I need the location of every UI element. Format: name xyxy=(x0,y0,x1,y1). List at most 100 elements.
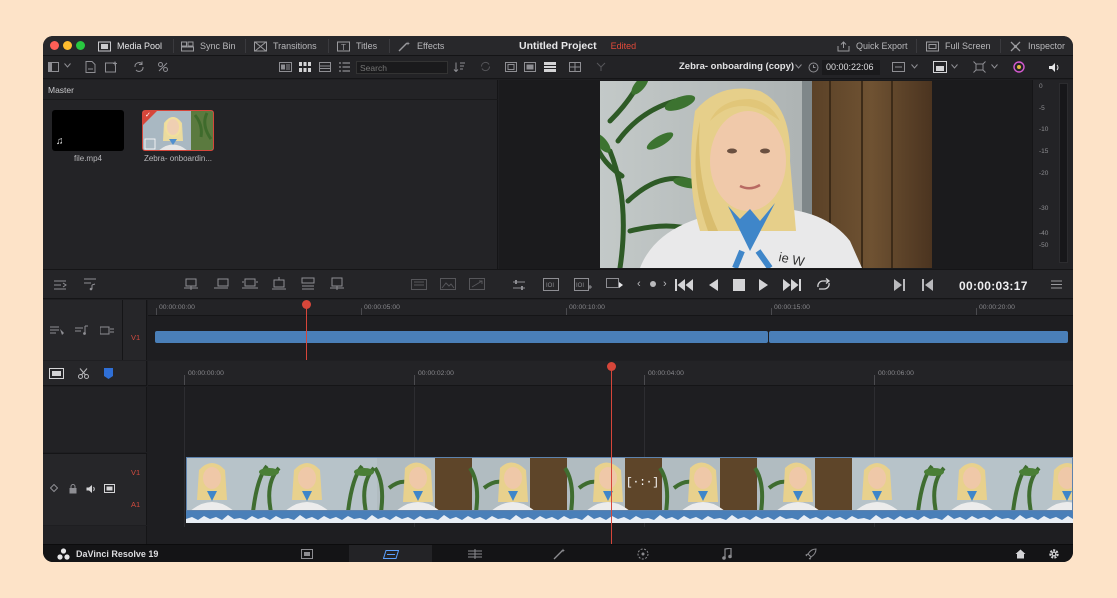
ripple-overwrite-icon[interactable] xyxy=(241,278,259,291)
transitions-tab[interactable]: Transitions xyxy=(254,36,317,56)
minimize-window-button[interactable] xyxy=(63,41,72,50)
track-display-icon[interactable] xyxy=(100,325,114,336)
chevron-down-icon[interactable] xyxy=(795,64,802,69)
source-overwrite-icon[interactable] xyxy=(329,277,345,291)
gear-icon[interactable] xyxy=(1048,548,1060,560)
chevron-down-icon[interactable] xyxy=(951,64,958,69)
next-edit-icon[interactable] xyxy=(894,279,905,291)
transform-mode-icon[interactable] xyxy=(469,278,485,290)
titles-tab[interactable]: T Titles xyxy=(337,36,377,56)
play-icon[interactable] xyxy=(759,279,769,291)
close-up-icon[interactable] xyxy=(271,277,287,291)
upper-ruler[interactable]: 00:00:00:00 00:00:05:00 00:00:10:00 00:0… xyxy=(148,300,1073,316)
loop-icon[interactable] xyxy=(815,278,832,292)
auto-select-icon[interactable] xyxy=(50,484,58,494)
video-preview[interactable]: ie W xyxy=(600,81,932,268)
speaker-icon[interactable] xyxy=(1048,62,1061,73)
sort-icon[interactable] xyxy=(453,62,465,72)
overview-clip-2[interactable] xyxy=(769,331,1068,343)
audio-mixer-icon[interactable] xyxy=(512,279,526,291)
page-fusion-button[interactable] xyxy=(517,545,600,562)
track-label-v1[interactable]: V1 xyxy=(131,468,140,477)
clip-name-zebra[interactable]: Zebra- onboardin... xyxy=(142,154,214,163)
append-icon[interactable] xyxy=(213,278,229,291)
track-label-a1[interactable]: A1 xyxy=(131,500,140,509)
go-to-end-icon[interactable] xyxy=(783,279,801,291)
image-icon[interactable] xyxy=(440,278,456,290)
current-timecode[interactable]: 00:00:03:17 xyxy=(959,279,1028,293)
transform-icon[interactable] xyxy=(973,61,986,73)
jog-dot-icon[interactable] xyxy=(649,280,657,288)
viewer-mode-icon[interactable] xyxy=(933,61,947,73)
track-audio-options-icon[interactable] xyxy=(75,325,89,336)
viewer-layout-zoom-icon[interactable] xyxy=(524,62,536,72)
thumbnail-view-icon[interactable] xyxy=(299,62,311,72)
home-icon[interactable] xyxy=(1015,549,1026,559)
zoom-window-button[interactable] xyxy=(76,41,85,50)
page-edit-button[interactable] xyxy=(433,545,516,562)
go-to-start-icon[interactable] xyxy=(675,279,693,291)
marker-flag-icon[interactable] xyxy=(104,368,113,379)
import-media-icon[interactable] xyxy=(85,61,96,73)
bin-name[interactable]: Master xyxy=(43,80,498,100)
clip-thumbnail-zebra[interactable]: ✓ xyxy=(142,110,214,151)
sync-bin-tab[interactable]: Sync Bin xyxy=(181,36,236,56)
metadata-view-icon[interactable] xyxy=(279,62,292,72)
safe-area-icon[interactable] xyxy=(596,62,606,72)
duration-timecode[interactable]: 00:00:22:06 xyxy=(822,60,880,75)
effects-tab[interactable]: Effects xyxy=(398,36,444,56)
filmstrip-view-icon[interactable] xyxy=(319,62,331,72)
scissors-icon[interactable] xyxy=(78,368,89,379)
menu-icon[interactable] xyxy=(1051,280,1062,289)
trim-indicator[interactable]: [·:·] xyxy=(626,477,659,489)
jog-right-icon[interactable]: › xyxy=(663,279,667,290)
track-label-v1[interactable]: V1 xyxy=(131,333,140,342)
clip-thumbnail-file[interactable]: ♫ xyxy=(52,110,124,151)
unlink-icon[interactable] xyxy=(157,61,169,73)
list-view-icon[interactable] xyxy=(339,62,350,72)
chevron-down-icon[interactable] xyxy=(991,64,998,69)
viewer-clip-name[interactable]: Zebra- onboarding (copy) xyxy=(679,61,794,72)
viewer-layout-quad-icon[interactable] xyxy=(569,62,581,72)
jog-left-icon[interactable]: ‹ xyxy=(637,279,641,290)
page-color-button[interactable] xyxy=(601,545,684,562)
overlay-icon[interactable] xyxy=(411,279,427,290)
full-screen-button[interactable]: Full Screen xyxy=(926,36,991,56)
zoom-fit-icon[interactable] xyxy=(892,62,905,72)
audio-clip[interactable] xyxy=(186,511,1073,523)
viewer-layout-single-icon[interactable] xyxy=(505,62,517,72)
quick-export-button[interactable]: Quick Export xyxy=(837,36,908,56)
color-effects-icon[interactable] xyxy=(1012,60,1026,74)
page-cut-button[interactable] xyxy=(349,545,432,562)
play-reverse-icon[interactable] xyxy=(708,279,718,291)
clip-options-icon[interactable] xyxy=(606,278,624,291)
stop-icon[interactable] xyxy=(733,279,745,291)
previous-edit-icon[interactable] xyxy=(922,279,933,291)
viewer-layout-grid-icon[interactable] xyxy=(544,62,556,72)
close-window-button[interactable] xyxy=(50,41,59,50)
relink-icon[interactable] xyxy=(133,61,145,73)
place-on-top-icon[interactable] xyxy=(301,277,315,291)
chevron-down-icon[interactable] xyxy=(64,63,71,68)
track-options-icon[interactable] xyxy=(50,325,64,336)
lock-icon[interactable] xyxy=(69,484,77,494)
sync-icon[interactable] xyxy=(480,61,491,72)
overview-clip-1[interactable] xyxy=(155,331,768,343)
timeline-view-icon[interactable] xyxy=(49,368,64,379)
media-pool-tab[interactable]: Media Pool xyxy=(98,36,162,56)
speaker-icon[interactable] xyxy=(86,484,97,494)
sidebar-toggle-icon[interactable] xyxy=(48,62,59,72)
chevron-down-icon[interactable] xyxy=(911,64,918,69)
page-deliver-button[interactable] xyxy=(769,545,852,562)
page-fairlight-button[interactable] xyxy=(685,545,768,562)
timeline-options-icon[interactable] xyxy=(53,279,67,291)
new-bin-icon[interactable] xyxy=(105,61,118,73)
smart-insert-icon[interactable] xyxy=(183,278,199,291)
mark-in-icon[interactable]: IOI xyxy=(543,278,559,291)
mark-out-icon[interactable]: IOI xyxy=(574,278,592,291)
audio-options-icon[interactable] xyxy=(83,277,97,291)
inspector-button[interactable]: Inspector xyxy=(1009,36,1065,56)
track-monitor-icon[interactable] xyxy=(104,484,115,493)
search-input[interactable] xyxy=(356,61,448,74)
clip-name-file[interactable]: file.mp4 xyxy=(52,154,124,163)
